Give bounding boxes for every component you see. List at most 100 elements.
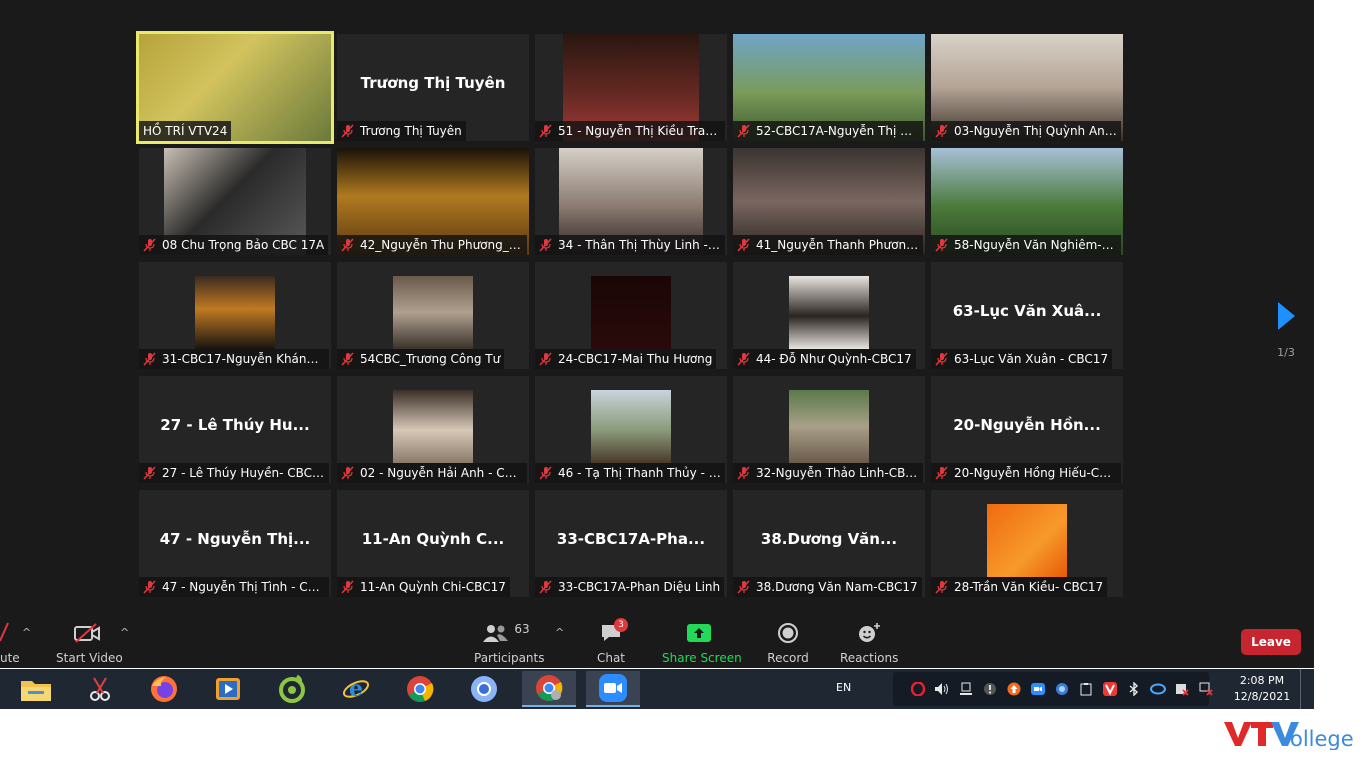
participant-tile[interactable]: 11-An Quỳnh C... 11-An Quỳnh Chi-CBC17 [337,490,529,597]
participant-tile[interactable]: 24-CBC17-Mai Thu Hương [535,262,727,369]
share-screen-icon [662,620,736,646]
mute-button[interactable]: ute [0,620,20,665]
participant-tile[interactable]: 32-Nguyễn Thảo Linh-CBC17 [733,376,925,483]
coc-coc-browser-icon[interactable] [272,673,312,705]
participant-name: Trương Thị Tuyên [360,124,462,138]
vivaldi-tray-icon[interactable] [1102,681,1118,697]
opera-tray-icon[interactable] [910,681,926,697]
file-explorer-icon[interactable] [16,673,56,705]
participant-tile[interactable]: 33-CBC17A-Pha... 33-CBC17A-Phan Diệu Linh [535,490,727,597]
participant-name-label: 08 Chu Trọng Bảo CBC 17A [139,235,329,255]
share-screen-button[interactable]: Share Screen [662,620,742,665]
participant-tile[interactable]: 63-Lục Văn Xuâ... 63-Lục Văn Xuân - CBC17 [931,262,1123,369]
clock-date: 12/8/2021 [1233,690,1291,703]
participant-tile[interactable]: 34 - Thân Thị Thùy Linh - C... [535,148,727,255]
participant-name: 08 Chu Trọng Bảo CBC 17A [162,238,325,252]
mic-muted-icon [737,351,753,368]
participant-tile[interactable]: 54CBC_Trương Công Tư [337,262,529,369]
mic-muted-icon [935,123,951,140]
bluetooth-icon[interactable] [1126,681,1142,697]
input-language[interactable]: EN [836,681,851,694]
participant-tile[interactable]: Trương Thị Tuyên Trương Thị Tuyên [337,34,529,141]
participant-name: 58-Nguyễn Văn Nghiêm-C... [954,238,1121,252]
mic-muted-icon [539,465,555,482]
participant-tile[interactable]: 58-Nguyễn Văn Nghiêm-C... [931,148,1123,255]
shield-tray-icon[interactable] [1054,681,1070,697]
participant-name: 03-Nguyễn Thị Quỳnh Anh-... [954,124,1121,138]
mic-muted-icon [341,123,357,140]
reactions-button[interactable]: Reactions [840,620,898,665]
sync-tray-icon[interactable] [1150,681,1166,697]
internet-explorer-icon[interactable]: e [336,673,376,705]
participant-tile[interactable]: 46 - Tạ Thị Thanh Thủy - C... [535,376,727,483]
mic-muted-icon [539,351,555,368]
participant-tile[interactable]: 03-Nguyễn Thị Quỳnh Anh-... [931,34,1123,141]
participant-name: 38.Dương Văn Nam-CBC17 [756,580,918,594]
participant-tile[interactable]: 38.Dương Văn... 38.Dương Văn Nam-CBC17 [733,490,925,597]
record-button[interactable]: Record [766,620,810,665]
participant-name: 11-An Quỳnh Chi-CBC17 [360,580,506,594]
participant-tile[interactable]: 08 Chu Trọng Bảo CBC 17A [139,148,331,255]
participant-name: 20-Nguyễn Hồng Hiếu-CBC... [954,466,1121,480]
participant-name-label: 32-Nguyễn Thảo Linh-CBC17 [733,463,923,483]
participant-name: HỒ TRÍ VTV24 [143,124,228,138]
participant-tile[interactable]: 02 - Nguyễn Hải Anh - CBC... [337,376,529,483]
vtv-college-logo: ollege [1224,720,1354,751]
chrome-profile-icon[interactable] [522,671,576,707]
mic-muted-icon [935,351,951,368]
zoom-app-icon[interactable] [586,671,640,707]
video-options-caret-icon[interactable]: ^ [120,626,129,639]
participant-tile[interactable]: 52-CBC17A-Nguyễn Thị Th... [733,34,925,141]
participant-tile[interactable]: 42_Nguyễn Thu Phương_CB... [337,148,529,255]
mic-muted-icon [737,465,753,482]
mic-muted-icon [737,579,753,596]
start-video-button[interactable]: Start Video [56,620,123,665]
chromium-icon[interactable] [464,673,504,705]
mic-muted-icon [0,620,20,646]
participant-tile[interactable]: 28-Trần Văn Kiều- CBC17 [931,490,1123,597]
next-page-button[interactable]: 1/3 [1268,296,1304,366]
participant-display-name: 38.Dương Văn... [760,530,898,548]
participants-button[interactable]: 63 Participants [474,620,545,665]
mic-muted-icon [539,237,555,254]
update-tray-icon[interactable] [1006,681,1022,697]
participant-tile[interactable]: HỒ TRÍ VTV24 [136,31,334,144]
participant-tile[interactable]: 27 - Lê Thúy Hu... 27 - Lê Thúy Huyền- CB… [139,376,331,483]
participant-name: 24-CBC17-Mai Thu Hương [558,352,713,366]
audio-options-caret-icon[interactable]: ^ [22,626,31,639]
vpn-off-tray-icon[interactable] [1174,681,1190,697]
show-desktop-divider[interactable] [1300,669,1301,709]
mic-muted-icon [935,465,951,482]
network-disconnected-icon[interactable] [1198,681,1214,697]
network-icon[interactable] [958,681,974,697]
participant-name: 63-Lục Văn Xuân - CBC17 [954,352,1109,366]
participants-label: Participants [474,651,545,665]
snipping-tool-icon[interactable] [80,673,120,705]
participant-name-label: 24-CBC17-Mai Thu Hương [535,349,717,369]
chrome-icon[interactable] [400,673,440,705]
participant-name: 42_Nguyễn Thu Phương_CB... [360,238,527,252]
participant-tile[interactable]: 44- Đỗ Như Quỳnh-CBC17 [733,262,925,369]
media-player-icon[interactable] [208,673,248,705]
taskbar-clock[interactable]: 2:08 PM 12/8/2021 [1230,673,1294,705]
participant-tile[interactable]: 31-CBC17-Nguyễn Khánh L... [139,262,331,369]
participant-display-name: 11-An Quỳnh C... [361,530,505,548]
participant-tile[interactable]: 41_Nguyễn Thanh Phương_... [733,148,925,255]
chat-button[interactable]: 3 Chat [592,618,630,665]
clipboard-tray-icon[interactable] [1078,681,1094,697]
participant-tile[interactable]: 20-Nguyễn Hồn... 20-Nguyễn Hồng Hiếu-CBC.… [931,376,1123,483]
zoom-tray-icon[interactable] [1030,681,1046,697]
participant-tile[interactable]: 47 - Nguyễn Thị... 47 - Nguyễn Thị Tình -… [139,490,331,597]
gallery-grid: HỒ TRÍ VTV24 Trương Thị Tuyên Trương Thị T… [136,31,1123,598]
participants-options-caret-icon[interactable]: ^ [555,626,564,639]
mute-label: ute [0,651,20,665]
firefox-icon[interactable] [144,673,184,705]
participant-name-label: 20-Nguyễn Hồng Hiếu-CBC... [931,463,1121,483]
participant-name-label: 58-Nguyễn Văn Nghiêm-C... [931,235,1121,255]
volume-icon[interactable] [934,681,950,697]
participant-name: 02 - Nguyễn Hải Anh - CBC... [360,466,527,480]
leave-button[interactable]: Leave [1241,629,1301,655]
profile-photo [195,276,275,349]
participant-tile[interactable]: 51 - Nguyễn Thị Kiều Tran... [535,34,727,141]
warning-tray-icon[interactable] [982,681,998,697]
